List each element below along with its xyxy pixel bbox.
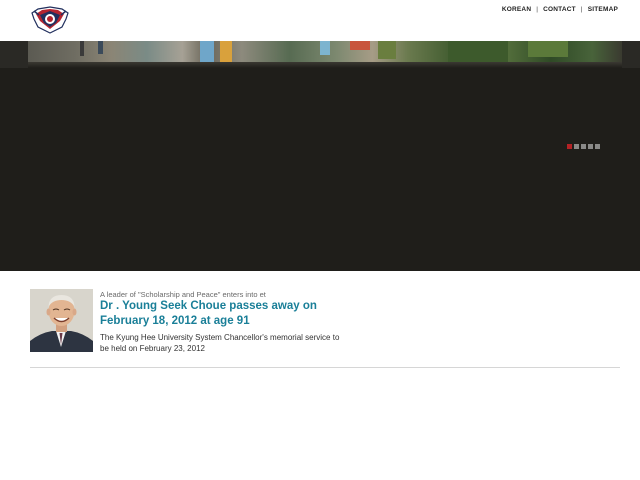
hero-slideshow [0, 41, 640, 271]
slide-pager [567, 144, 600, 149]
nav-korean-link[interactable]: KOREAN [502, 6, 531, 13]
hero-right-edge [622, 41, 640, 68]
chancellor-portrait-photo[interactable] [30, 289, 93, 352]
nav-separator: | [536, 6, 539, 13]
site-header: KOREAN | CONTACT | SITEMAP [0, 0, 640, 41]
slide-dot-3[interactable] [581, 144, 586, 149]
slide-dot-5[interactable] [595, 144, 600, 149]
hero-image-strip [28, 41, 622, 62]
slide-dot-4[interactable] [588, 144, 593, 149]
news-eyebrow-text: A leader of "Scholarship and Peace" ente… [100, 290, 266, 299]
top-navigation: KOREAN | CONTACT | SITEMAP [502, 6, 618, 13]
slide-dot-2[interactable] [574, 144, 579, 149]
university-crest-icon[interactable] [30, 5, 70, 35]
news-headline-link[interactable]: Dr . Young Seek Choue passes away on Feb… [100, 299, 360, 329]
hero-strip-shadow [28, 62, 622, 68]
nav-separator: | [580, 6, 583, 13]
news-description: The Kyung Hee University System Chancell… [100, 333, 340, 353]
slide-dot-1[interactable] [567, 144, 572, 149]
nav-contact-link[interactable]: CONTACT [543, 6, 576, 13]
hero-left-edge [0, 41, 28, 68]
nav-sitemap-link[interactable]: SITEMAP [588, 6, 618, 13]
news-item: A leader of "Scholarship and Peace" ente… [30, 289, 620, 369]
section-divider [30, 367, 620, 368]
